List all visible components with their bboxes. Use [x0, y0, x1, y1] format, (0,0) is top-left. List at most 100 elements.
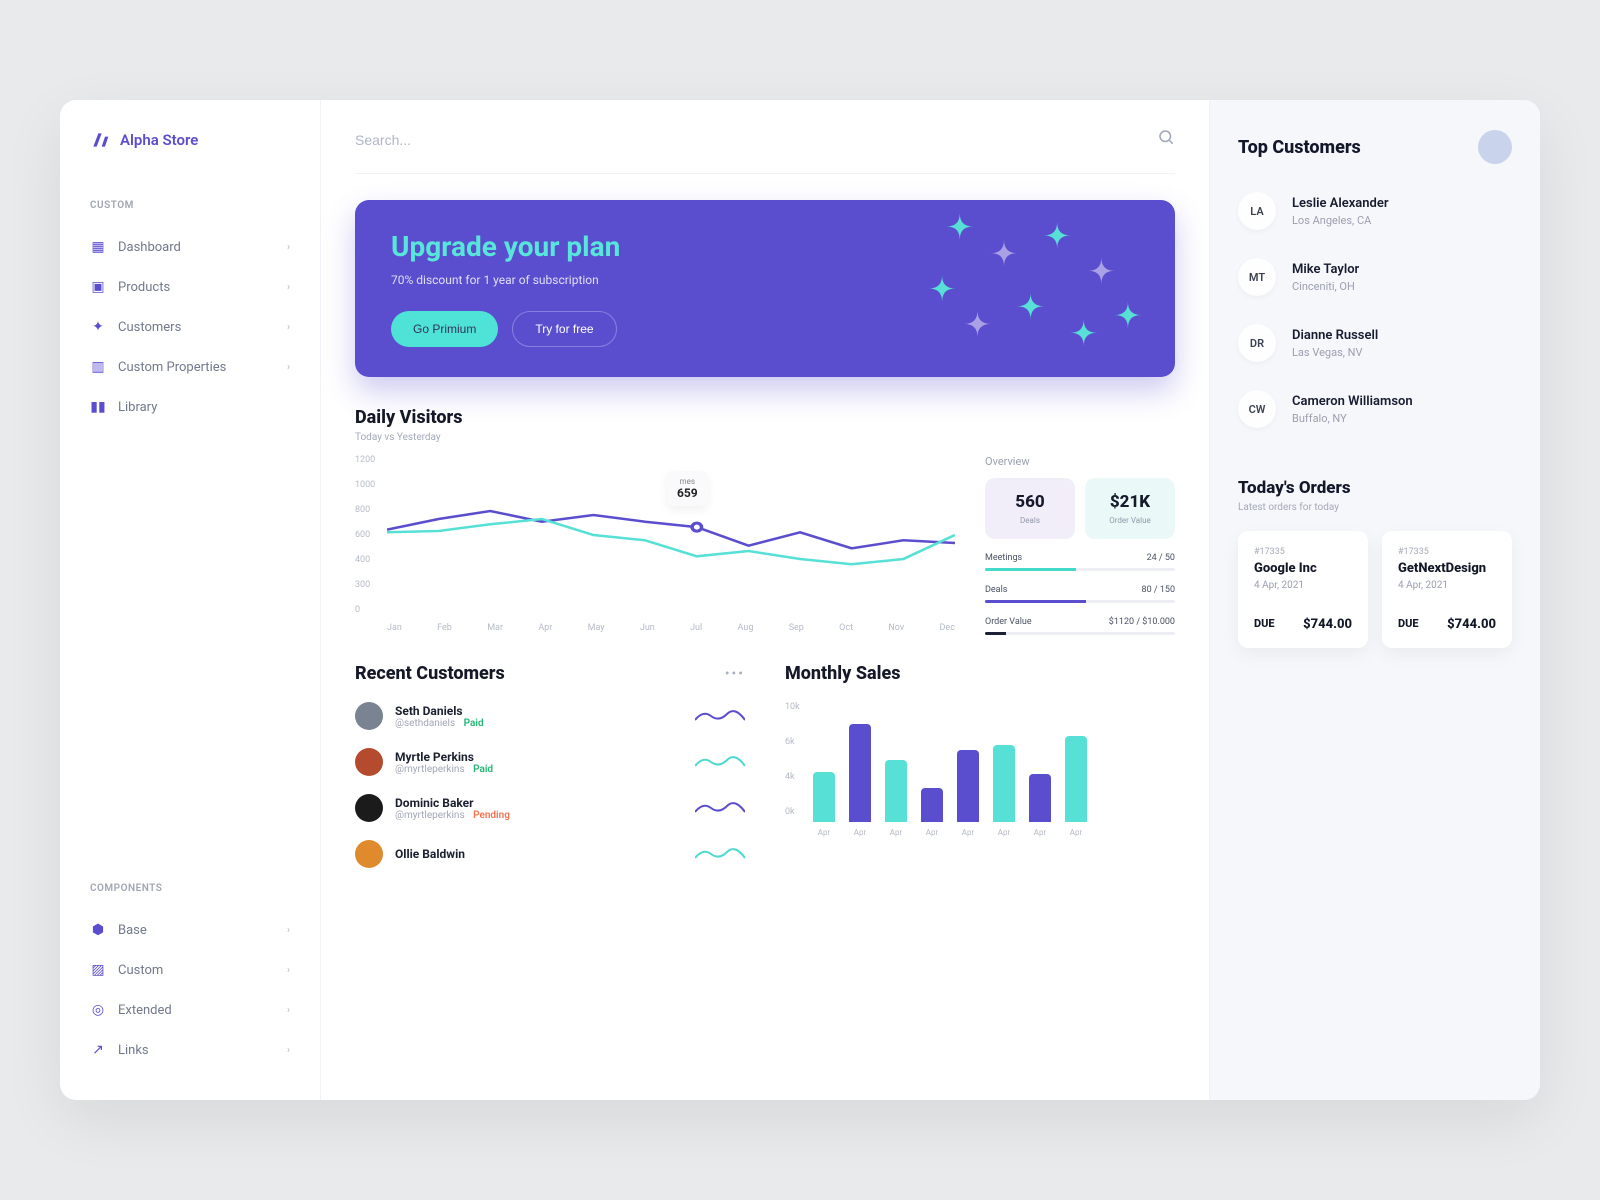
order-id: #17335 — [1398, 547, 1496, 557]
daily-visitors-subtitle: Today vs Yesterday — [355, 432, 1175, 443]
customer-row[interactable]: Dominic Baker @myrtleperkins Pending — [355, 794, 745, 822]
sidebar-item-library[interactable]: ▮▮Library — [60, 387, 320, 427]
main: Upgrade your plan 70% discount for 1 yea… — [320, 100, 1210, 1100]
nav-components: COMPONENTS ⬢Base› ▨Custom› ◎Extended› ↗L… — [60, 883, 320, 1070]
nav-heading-custom: CUSTOM — [60, 200, 320, 227]
order-date: 4 Apr, 2021 — [1254, 580, 1352, 591]
customer-avatar — [355, 794, 383, 822]
customer-row[interactable]: Seth Daniels @sethdaniels Paid — [355, 702, 745, 730]
visitors-chart: 120010008006004003000 mes 659 JanFebMarA… — [355, 455, 955, 635]
recent-customers: Recent Customers ••• Seth Daniels @sethd… — [355, 663, 745, 868]
top-customer-row[interactable]: CW Cameron Williamson Buffalo, NY — [1238, 390, 1512, 428]
sidebar-item-extended[interactable]: ◎Extended› — [60, 990, 320, 1030]
order-amount: $744.00 — [1447, 617, 1496, 632]
customer-name: Seth Daniels — [395, 704, 683, 718]
customer-name: Myrtle Perkins — [395, 750, 683, 764]
chevron-right-icon: › — [287, 1005, 290, 1016]
nav-heading-components: COMPONENTS — [60, 883, 320, 910]
chevron-right-icon: › — [287, 965, 290, 976]
customer-location: Los Angeles, CA — [1292, 214, 1389, 227]
top-customers-title: Top Customers — [1238, 137, 1361, 158]
bar — [1065, 736, 1087, 822]
try-free-button[interactable]: Try for free — [512, 311, 616, 347]
chevron-right-icon: › — [287, 362, 290, 373]
search-icon[interactable] — [1157, 128, 1175, 151]
sidebar-item-customers[interactable]: ✦Customers› — [60, 307, 320, 347]
chevron-right-icon: › — [287, 322, 290, 333]
sparkline — [695, 752, 745, 772]
customer-initials: MT — [1238, 258, 1276, 296]
customers-icon: ✦ — [90, 319, 106, 335]
chart-tooltip: mes 659 — [667, 471, 708, 506]
bar — [957, 750, 979, 822]
search-input[interactable] — [355, 132, 929, 148]
customer-avatar — [355, 840, 383, 868]
logo-text: Alpha Store — [120, 131, 198, 149]
bar — [849, 724, 871, 822]
order-amount: $744.00 — [1303, 617, 1352, 632]
customer-location: Cinceniti, OH — [1292, 280, 1359, 293]
properties-icon: ▥ — [90, 359, 106, 375]
overview-panel: Overview 560 Deals $21K Order Value Meet… — [985, 455, 1175, 635]
customer-row[interactable]: Ollie Baldwin — [355, 840, 745, 868]
base-icon: ⬢ — [90, 922, 106, 938]
chevron-right-icon: › — [287, 1045, 290, 1056]
customer-name: Ollie Baldwin — [395, 847, 683, 861]
sidebar: Alpha Store CUSTOM ▦Dashboard› ▣Products… — [60, 100, 320, 1100]
customer-handle: @sethdaniels Paid — [395, 718, 683, 729]
search-bar — [355, 128, 1175, 174]
customer-handle: @myrtleperkins Paid — [395, 764, 683, 775]
sidebar-item-products[interactable]: ▣Products› — [60, 267, 320, 307]
customer-name: Cameron Williamson — [1292, 394, 1413, 409]
order-name: GetNextDesign — [1398, 561, 1496, 576]
logo[interactable]: Alpha Store — [60, 130, 320, 180]
order-card[interactable]: #17335 Google Inc 4 Apr, 2021 DUE $744.0… — [1238, 531, 1368, 648]
customer-initials: DR — [1238, 324, 1276, 362]
order-due-label: DUE — [1398, 617, 1419, 632]
customer-location: Las Vegas, NV — [1292, 346, 1378, 359]
go-premium-button[interactable]: Go Primium — [391, 311, 498, 347]
order-date: 4 Apr, 2021 — [1398, 580, 1496, 591]
top-customer-row[interactable]: LA Leslie Alexander Los Angeles, CA — [1238, 192, 1512, 230]
order-name: Google Inc — [1254, 561, 1352, 576]
more-icon[interactable]: ••• — [725, 666, 745, 682]
top-customer-row[interactable]: MT Mike Taylor Cinceniti, OH — [1238, 258, 1512, 296]
user-avatar[interactable] — [1478, 130, 1512, 164]
bar — [1029, 774, 1051, 822]
sparkline — [695, 844, 745, 864]
customer-initials: LA — [1238, 192, 1276, 230]
stat-deals: 560 Deals — [985, 478, 1075, 539]
bar — [813, 772, 835, 822]
chevron-right-icon: › — [287, 242, 290, 253]
sidebar-item-base[interactable]: ⬢Base› — [60, 910, 320, 950]
sidebar-item-custom-properties[interactable]: ▥Custom Properties› — [60, 347, 320, 387]
products-icon: ▣ — [90, 279, 106, 295]
progress-row: Meetings24 / 50 — [985, 553, 1175, 563]
sidebar-item-links[interactable]: ↗Links› — [60, 1030, 320, 1070]
customer-handle: @myrtleperkins Pending — [395, 810, 683, 821]
customer-name: Mike Taylor — [1292, 262, 1359, 277]
customer-name: Dianne Russell — [1292, 328, 1378, 343]
library-icon: ▮▮ — [90, 399, 106, 415]
sparkline — [695, 798, 745, 818]
daily-visitors-title: Daily Visitors — [355, 407, 1175, 428]
progress-row: Deals80 / 150 — [985, 585, 1175, 595]
nav-custom: CUSTOM ▦Dashboard› ▣Products› ✦Customers… — [60, 200, 320, 427]
chevron-right-icon: › — [287, 925, 290, 936]
order-card[interactable]: #17335 GetNextDesign 4 Apr, 2021 DUE $74… — [1382, 531, 1512, 648]
todays-orders-title: Today's Orders — [1238, 478, 1512, 498]
customer-initials: CW — [1238, 390, 1276, 428]
customer-location: Buffalo, NY — [1292, 412, 1413, 425]
app-window: Alpha Store CUSTOM ▦Dashboard› ▣Products… — [60, 100, 1540, 1100]
top-customer-row[interactable]: DR Dianne Russell Las Vegas, NV — [1238, 324, 1512, 362]
monthly-sales: Monthly Sales 10k6k4k0k AprAprAprAprAprA… — [785, 663, 1175, 868]
sidebar-item-custom[interactable]: ▨Custom› — [60, 950, 320, 990]
links-icon: ↗ — [90, 1042, 106, 1058]
hero-banner: Upgrade your plan 70% discount for 1 yea… — [355, 200, 1175, 377]
sidebar-item-dashboard[interactable]: ▦Dashboard› — [60, 227, 320, 267]
bar — [921, 788, 943, 822]
logo-icon — [90, 130, 110, 150]
extended-icon: ◎ — [90, 1002, 106, 1018]
customer-avatar — [355, 748, 383, 776]
customer-row[interactable]: Myrtle Perkins @myrtleperkins Paid — [355, 748, 745, 776]
